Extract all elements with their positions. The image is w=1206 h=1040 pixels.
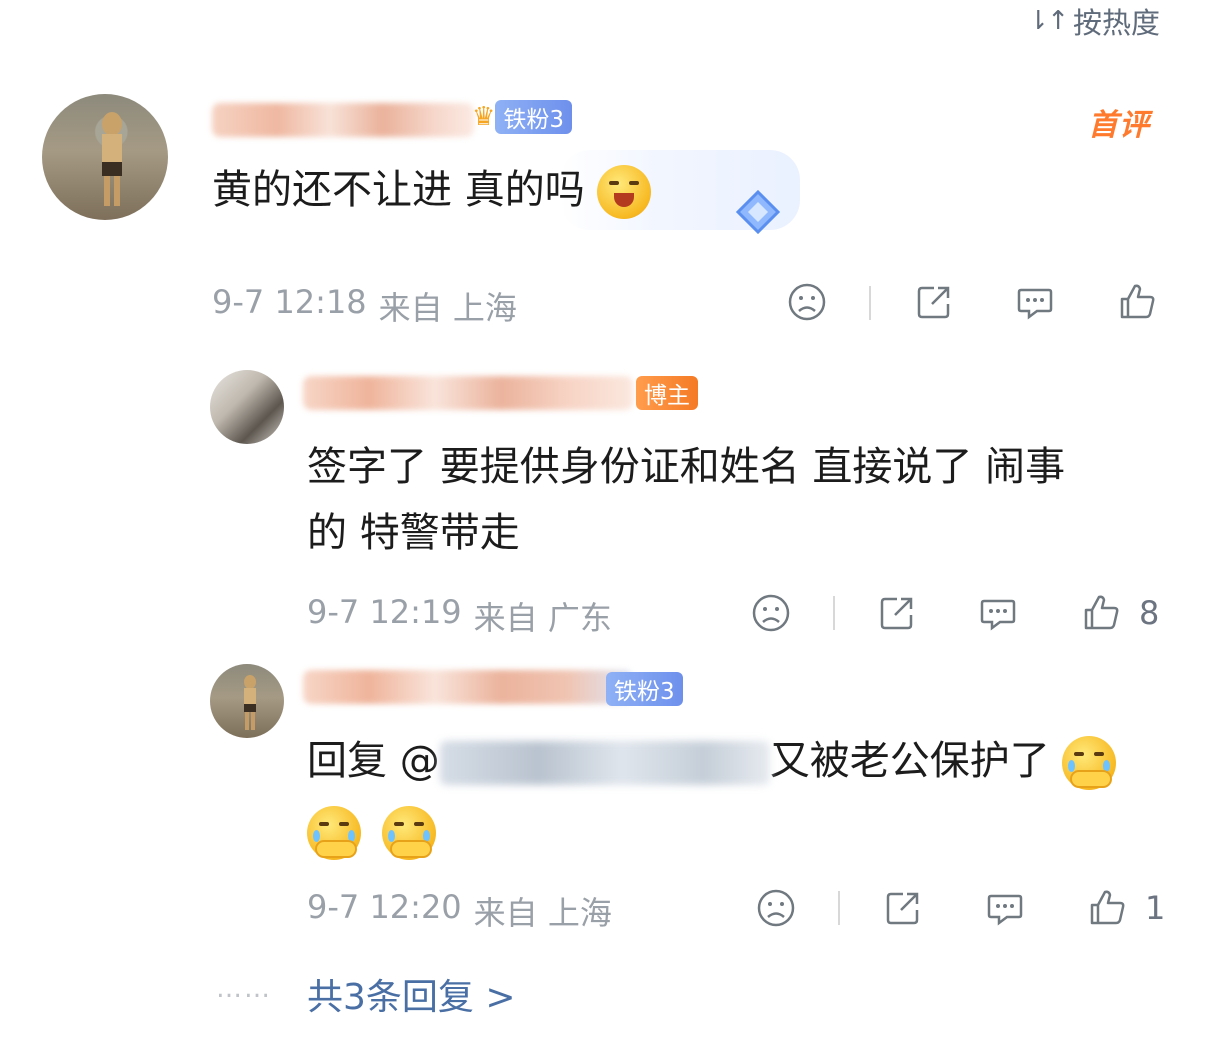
crying-emoji-icon (381, 806, 436, 860)
like-button[interactable]: 8 (1079, 591, 1159, 635)
divider (833, 596, 835, 630)
avatar-figure (102, 112, 122, 206)
more-replies-dots: …… (216, 974, 272, 1004)
comment-text: 签字了 要提供身份证和姓名 直接说了 闹事 的 特警带走 (307, 444, 1066, 556)
comment-icon[interactable] (1013, 280, 1057, 324)
mention-blurred[interactable] (439, 741, 770, 785)
comment-text: 黄的还不让进 真的吗 (212, 160, 652, 220)
crying-emoji-icon (307, 806, 361, 860)
like-button[interactable]: 1 (1085, 886, 1165, 930)
sad-face-icon[interactable] (754, 886, 798, 930)
comment-location: 来自 上海 (378, 289, 517, 327)
like-icon (1085, 886, 1129, 930)
avatar[interactable] (210, 370, 284, 444)
sort-by-hot-button[interactable]: ⇂↑ 按热度 (1027, 0, 1160, 42)
fan-badge-group: ♛ 铁粉3 (472, 100, 572, 134)
avatar-figure (244, 675, 256, 730)
comment-meta: 9-7 12:20 来自 上海 (307, 888, 612, 934)
share-icon[interactable] (875, 591, 919, 635)
crown-icon: ♛ (472, 102, 496, 132)
username-blurred[interactable] (212, 103, 474, 137)
fan-level-badge: 铁粉3 (495, 100, 572, 134)
comment-icon[interactable] (976, 591, 1020, 635)
crying-emoji-icon (1062, 736, 1117, 790)
divider (838, 891, 840, 925)
diamond-decoration-icon (735, 189, 781, 235)
divider (869, 286, 871, 320)
like-count: 1 (1145, 889, 1166, 927)
comment-meta: 9-7 12:18 来自 上海 (212, 283, 517, 329)
comment-meta: 9-7 12:19 来自 广东 (307, 593, 612, 639)
comment-time: 9-7 12:20 (307, 888, 462, 926)
comment-text: 回复 @ 又被老公保护了 (307, 728, 1167, 864)
avatar[interactable] (210, 664, 284, 738)
like-icon[interactable] (1115, 280, 1159, 324)
sad-face-icon[interactable] (749, 591, 793, 635)
share-icon[interactable] (881, 886, 925, 930)
sad-face-icon[interactable] (785, 280, 829, 324)
share-icon[interactable] (912, 280, 956, 324)
like-icon (1079, 591, 1123, 635)
sort-label: 按热度 (1072, 6, 1160, 40)
username-blurred[interactable] (303, 670, 633, 704)
fan-level-badge: 铁粉3 (606, 672, 683, 706)
comment-location: 来自 上海 (473, 894, 612, 932)
host-badge: 博主 (636, 376, 698, 410)
comment-time: 9-7 12:18 (212, 283, 367, 321)
avatar[interactable] (42, 94, 168, 220)
reply-prefix: 回复 @ (307, 738, 440, 784)
comment-icon[interactable] (983, 886, 1027, 930)
comment-time: 9-7 12:19 (307, 593, 462, 631)
laughing-emoji-icon (597, 165, 652, 219)
like-count: 8 (1139, 594, 1160, 632)
first-comment-tag: 首评 (1088, 108, 1150, 143)
username-blurred[interactable] (303, 376, 633, 410)
sort-icon: ⇂↑ (1027, 6, 1069, 36)
comment-location: 来自 广东 (473, 599, 612, 637)
view-all-replies-link[interactable]: 共3条回复 > (307, 968, 516, 1020)
